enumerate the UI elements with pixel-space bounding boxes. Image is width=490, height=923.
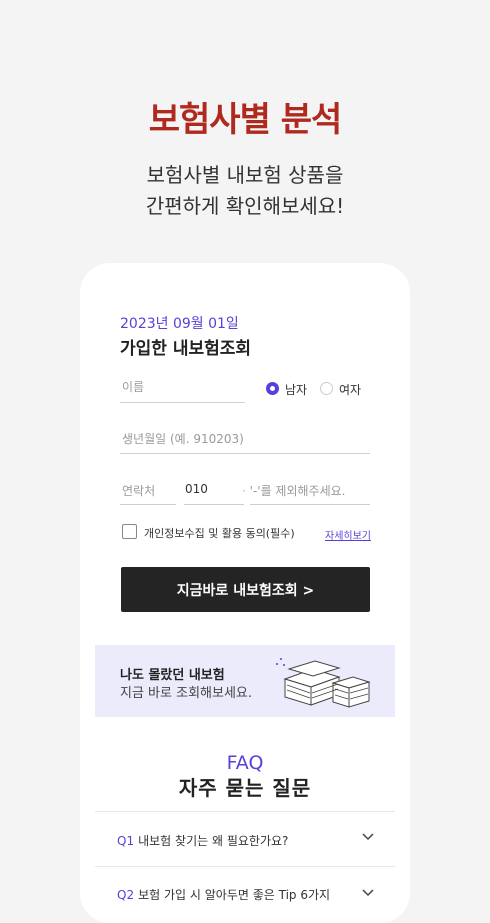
gender-male-label[interactable]: 남자 bbox=[285, 381, 307, 398]
phone-prefix-select[interactable]: 010 bbox=[185, 482, 208, 496]
birthdate-underline bbox=[120, 453, 370, 454]
promo-banner[interactable]: 나도 몰랐던 내보험 지금 바로 조회해보세요. bbox=[95, 645, 395, 717]
privacy-detail-link[interactable]: 자세히보기 bbox=[325, 527, 371, 542]
phone-label: 연락처 bbox=[122, 484, 156, 498]
page-title: 보험사별 분석 bbox=[148, 100, 343, 140]
gender-male-radio[interactable] bbox=[266, 382, 279, 395]
faq-item-1[interactable]: Q1 내보험 찾기는 왜 필요한가요? bbox=[117, 832, 288, 849]
lookup-submit-button[interactable]: 지금바로 내보험조회 > bbox=[121, 567, 370, 612]
banner-subtitle: 지금 바로 조회해보세요. bbox=[120, 686, 252, 701]
faq-item-1-text: 내보험 찾기는 왜 필요한가요? bbox=[138, 834, 289, 848]
faq-title: 자주 묻는 질문 bbox=[178, 776, 312, 800]
banner-title: 나도 몰랐던 내보험 bbox=[120, 668, 225, 683]
faq-divider bbox=[95, 866, 395, 867]
subtitle-line-1: 보험사별 내보험 상품을 bbox=[146, 163, 344, 187]
gender-female-label[interactable]: 여자 bbox=[339, 381, 361, 398]
form-title: 가입한 내보험조회 bbox=[120, 339, 252, 359]
chevron-down-icon[interactable] bbox=[362, 886, 374, 900]
insurance-lookup-card: 2023년 09월 01일 가입한 내보험조회 이름 남자 여자 생년월일 (예… bbox=[80, 263, 410, 923]
agree-label: 개인정보수집 및 활용 동의(필수) bbox=[144, 527, 295, 540]
subtitle-line-2: 간편하게 확인해보세요! bbox=[145, 194, 345, 218]
page-subtitle: 보험사별 내보험 상품을 간편하게 확인해보세요! bbox=[0, 160, 490, 222]
phone-prefix-underline bbox=[184, 504, 244, 505]
phone-number-placeholder: '-'를 제외해주세요. bbox=[249, 484, 346, 498]
gender-female-radio[interactable] bbox=[320, 382, 333, 395]
faq-divider bbox=[95, 811, 395, 812]
name-input[interactable]: 이름 bbox=[122, 378, 144, 395]
phone-number-input[interactable]: · '-'를 제외해주세요. bbox=[242, 482, 345, 499]
phone-label-underline bbox=[120, 504, 176, 505]
faq-item-1-number: Q1 bbox=[117, 834, 135, 848]
phone-number-underline bbox=[250, 504, 370, 505]
chevron-down-icon[interactable] bbox=[362, 830, 374, 844]
current-date: 2023년 09월 01일 bbox=[120, 316, 239, 332]
agree-checkbox[interactable] bbox=[122, 524, 137, 539]
birthdate-input[interactable]: 생년월일 (예. 910203) bbox=[122, 430, 244, 447]
name-underline bbox=[120, 402, 245, 403]
faq-label: FAQ bbox=[226, 752, 264, 774]
document-stack-illustration bbox=[276, 658, 371, 708]
faq-item-2[interactable]: Q2 보험 가입 시 알아두면 좋은 Tip 6가지 bbox=[117, 886, 330, 903]
